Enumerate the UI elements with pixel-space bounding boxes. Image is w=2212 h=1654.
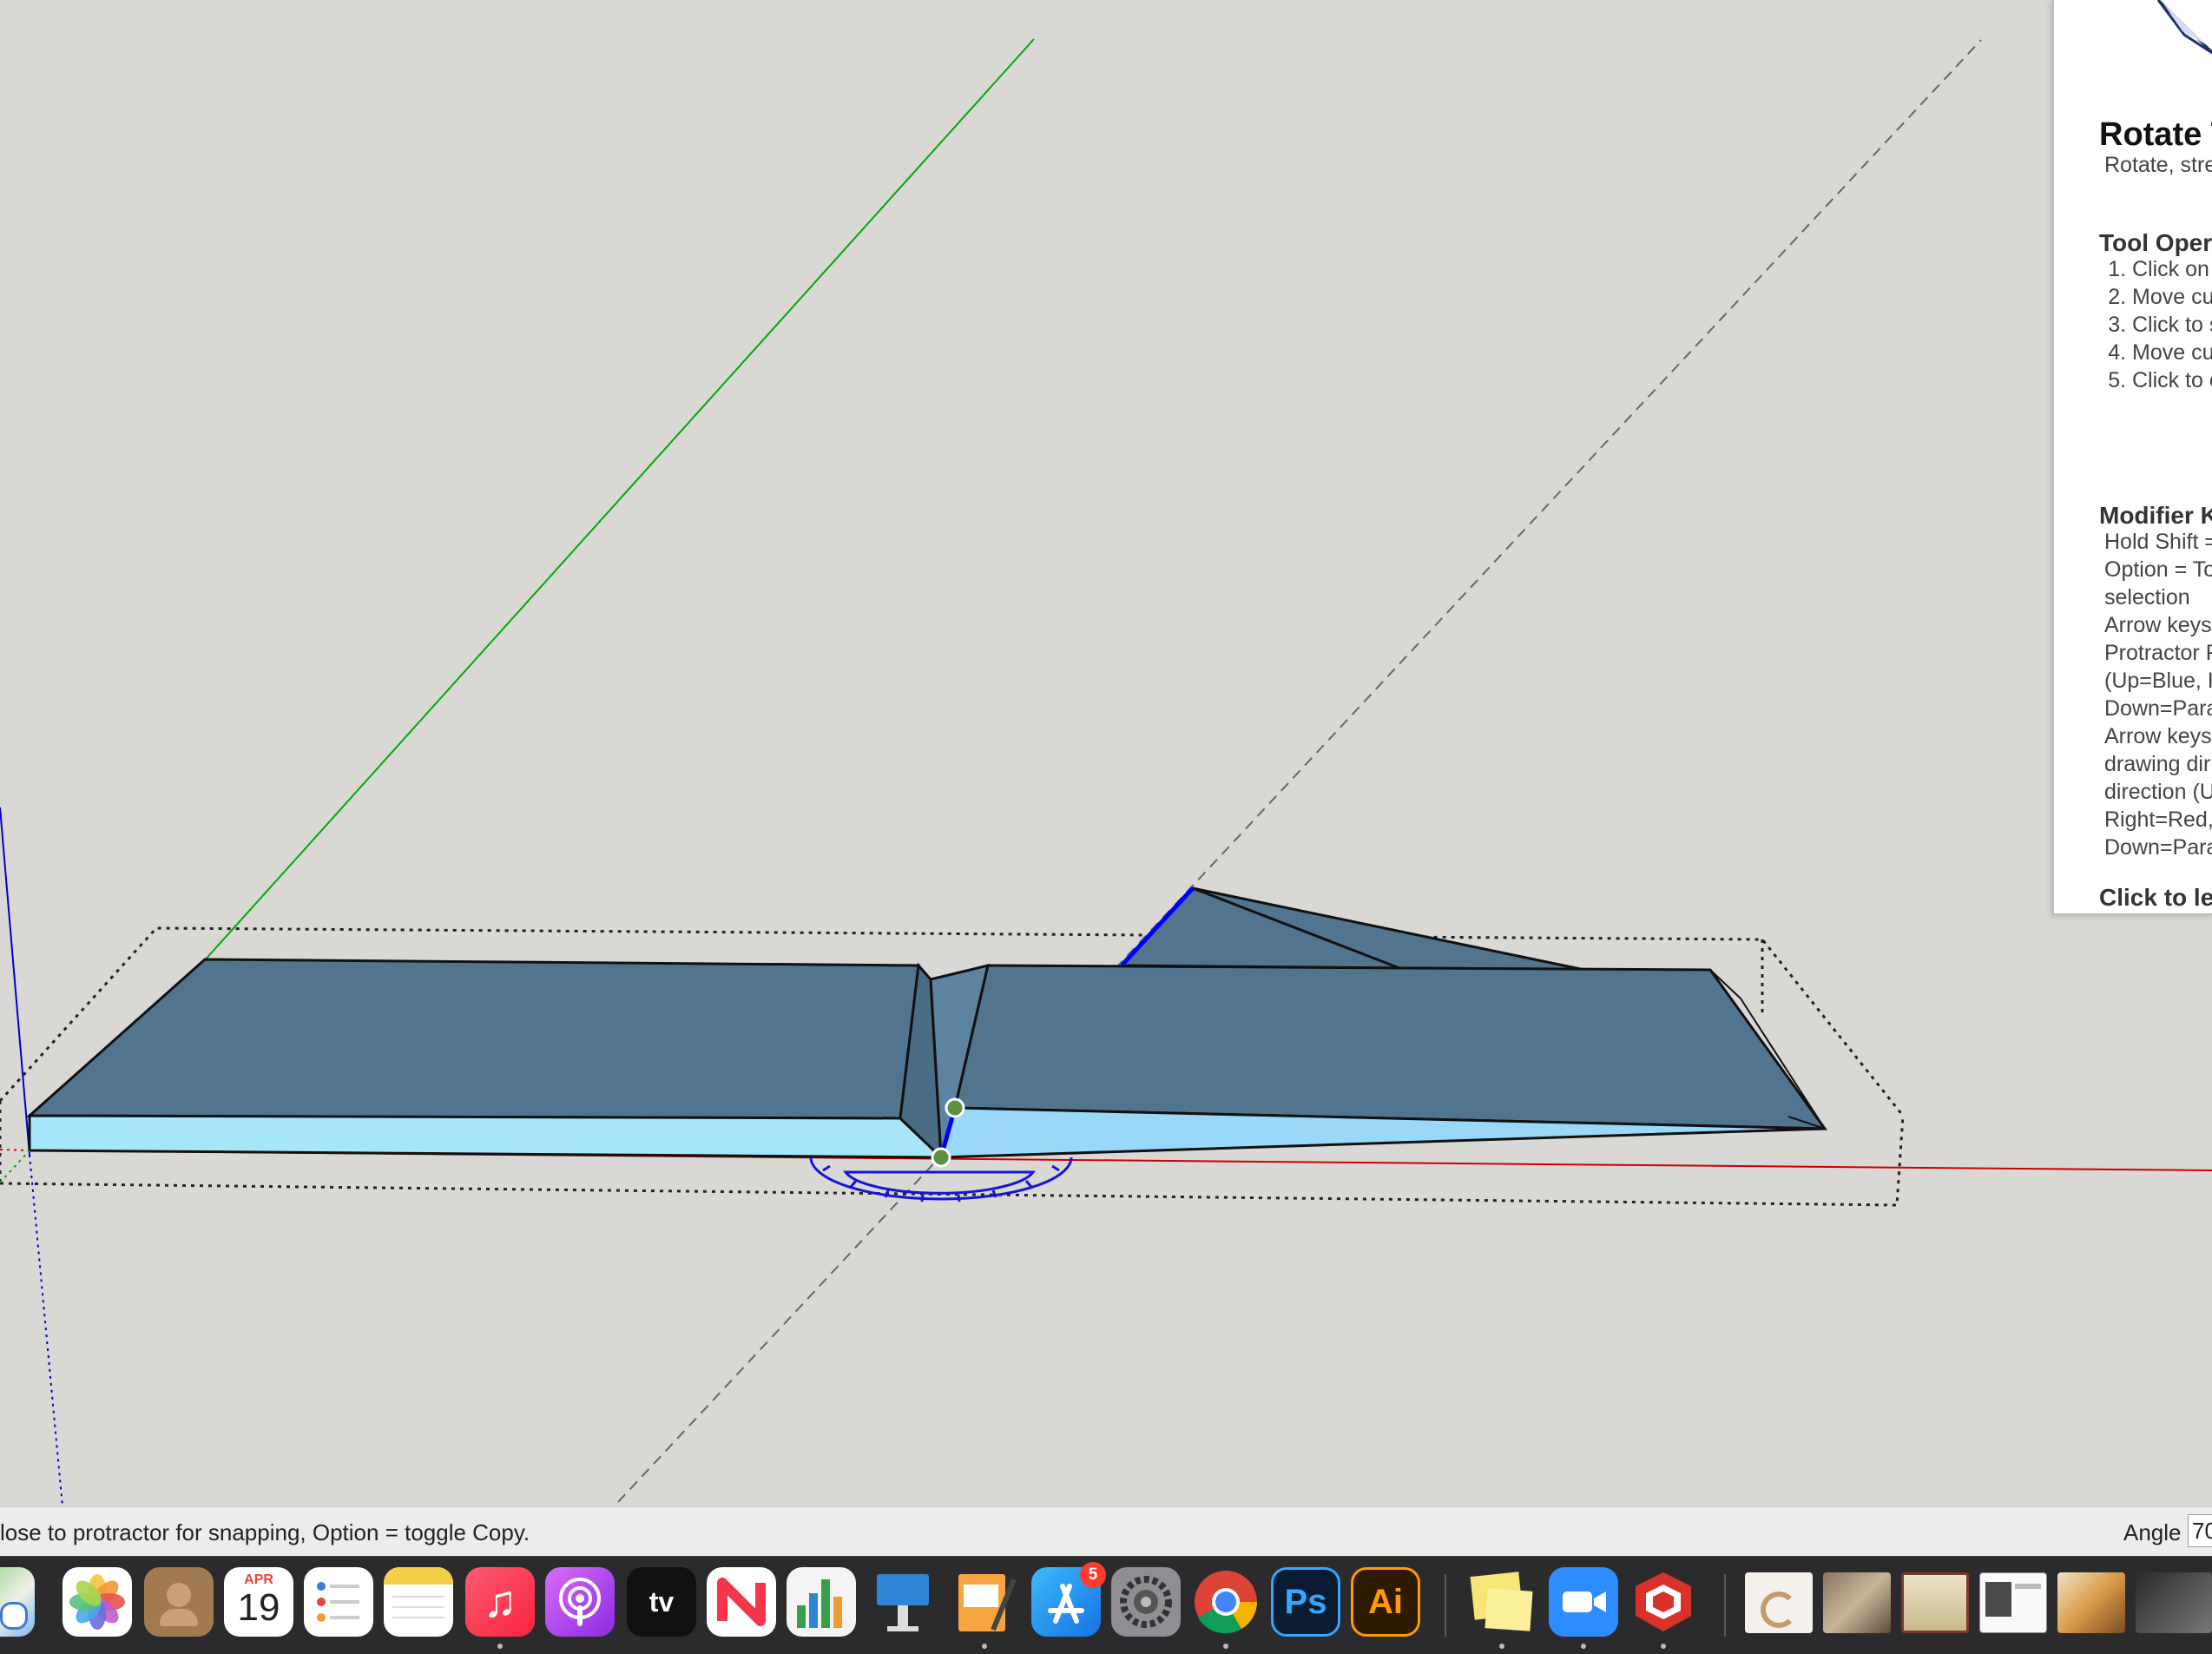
running-indicator <box>1581 1644 1586 1649</box>
instructor-tool-title: Rotate T <box>2099 116 2212 153</box>
modifier-line: Right=Red, <box>2104 807 2212 832</box>
running-indicator <box>497 1644 503 1649</box>
apple-tv-icon[interactable]: tv <box>627 1567 696 1637</box>
modifier-line: direction (U <box>2104 780 2212 804</box>
step-item: Click to c <box>2132 366 2212 394</box>
modifier-line: Down=Para <box>2104 835 2212 860</box>
music-note-icon: ♫ <box>483 1577 517 1627</box>
notes-icon[interactable] <box>384 1567 453 1637</box>
measurements-input[interactable] <box>2188 1514 2212 1547</box>
running-indicator <box>1499 1644 1504 1649</box>
person-icon <box>167 1583 191 1607</box>
tv-label: tv <box>648 1585 675 1618</box>
running-indicator <box>982 1644 987 1649</box>
zoom-icon[interactable] <box>1549 1567 1618 1637</box>
tool-operation-steps: Click on drag first Move cu staring p Cl… <box>2099 255 2212 394</box>
minimized-window-thumbnail[interactable] <box>2136 1572 2212 1633</box>
photos-icon[interactable] <box>63 1567 132 1637</box>
app-store-badge: 5 <box>1080 1562 1106 1588</box>
modifier-line: Arrow keys <box>2104 724 2212 748</box>
gear-icon <box>1120 1576 1172 1628</box>
wedge-top-face <box>1118 886 1585 972</box>
dock-separator <box>1724 1574 1726 1637</box>
modifier-line: Down=Para <box>2104 696 2212 721</box>
photoshop-icon[interactable]: Ps <box>1271 1567 1340 1637</box>
modifier-line: Hold Shift = <box>2104 530 2212 554</box>
bar-chart-icon <box>797 1579 842 1628</box>
podcasts-icon[interactable] <box>545 1567 615 1637</box>
pages-icon[interactable] <box>950 1567 1019 1637</box>
document-pen-icon <box>958 1574 1017 1631</box>
right-board-top-face <box>953 964 1827 1130</box>
checklist-icon <box>317 1582 359 1622</box>
video-camera-icon <box>1563 1591 1606 1612</box>
green-axis <box>202 38 1035 963</box>
chrome-icon[interactable] <box>1191 1567 1261 1637</box>
modifier-line: Arrow keys <box>2104 613 2212 637</box>
rotation-center-grip[interactable] <box>931 1147 951 1168</box>
minimized-window-thumbnail[interactable] <box>1745 1572 1813 1633</box>
learn-more-link[interactable]: Click to le <box>2099 884 2212 912</box>
modifier-line: (Up=Blue, I <box>2104 669 2212 693</box>
modifier-line: Option = To <box>2104 557 2212 582</box>
measurements-label: Angle <box>2123 1519 2182 1545</box>
calendar-icon[interactable]: APR 19 <box>224 1567 293 1637</box>
status-bar: lose to protractor for snapping, Option … <box>0 1506 2212 1556</box>
maps-icon[interactable] <box>0 1567 35 1637</box>
modifier-line: selection <box>2104 585 2190 610</box>
contacts-icon[interactable] <box>144 1567 214 1637</box>
rotation-point-grip[interactable] <box>945 1097 965 1118</box>
minimized-window-thumbnail[interactable] <box>1979 1572 2047 1633</box>
illustrator-icon[interactable]: Ai <box>1351 1567 1420 1637</box>
instructor-panel[interactable]: Rotate T Rotate, stre along a rou Tool O… <box>2052 0 2212 915</box>
photoshop-label: Ps <box>1284 1582 1327 1621</box>
modifier-line: drawing dir <box>2104 752 2211 776</box>
modeling-viewport[interactable] <box>0 0 2212 1506</box>
reminders-icon[interactable] <box>304 1567 373 1637</box>
sketchup-icon[interactable] <box>1629 1567 1698 1637</box>
modifier-keys-list: Hold Shift = Option = To selection Arrow… <box>2104 528 2212 861</box>
minimized-window-thumbnail[interactable] <box>1823 1572 1891 1633</box>
broadcast-icon <box>559 1578 601 1626</box>
running-indicator <box>1223 1644 1228 1649</box>
minimized-window-thumbnail[interactable] <box>2057 1572 2125 1633</box>
news-n-icon <box>717 1578 766 1626</box>
modifier-line: Protractor F <box>2104 641 2212 665</box>
keynote-icon[interactable] <box>868 1567 938 1637</box>
model-canvas[interactable] <box>0 0 2212 1506</box>
tool-operation-heading: Tool Opera <box>2099 229 2212 256</box>
notes-lines-icon <box>392 1596 444 1618</box>
minimized-window-thumbnail[interactable] <box>1901 1572 1969 1633</box>
app-store-icon[interactable]: 5 <box>1031 1562 1106 1637</box>
compass-icon <box>0 1602 28 1630</box>
photos-flower-icon <box>69 1574 125 1630</box>
chrome-logo-icon <box>1195 1571 1257 1634</box>
music-icon[interactable]: ♫ <box>465 1567 535 1637</box>
tool-illustration <box>2156 0 2212 55</box>
step-item: Click on drag first <box>2132 255 2212 283</box>
step-item: Move cu staring p <box>2132 283 2212 311</box>
blue-axis-dotted <box>29 1154 63 1506</box>
calendar-day: 19 <box>237 1586 280 1629</box>
instructor-description: Rotate, stre along a rou <box>2104 153 2212 177</box>
status-message: lose to protractor for snapping, Option … <box>0 1519 530 1545</box>
left-board-top-face <box>26 958 920 1120</box>
running-indicator <box>1661 1644 1666 1649</box>
dock: APR 19 ♫ tv 5 Ps Ai <box>0 1556 2212 1654</box>
illustrator-label: Ai <box>1368 1582 1403 1621</box>
podium-icon <box>877 1574 929 1631</box>
step-item: Move cu ending p <box>2132 339 2212 366</box>
inference-guide <box>617 39 1982 1503</box>
system-preferences-icon[interactable] <box>1111 1567 1181 1637</box>
numbers-icon[interactable] <box>787 1567 856 1637</box>
left-board-front-face <box>28 1114 945 1159</box>
news-icon[interactable] <box>707 1567 776 1637</box>
blue-axis <box>0 807 30 1156</box>
stickies-icon[interactable] <box>1467 1567 1537 1637</box>
step-item: Click to s <box>2132 311 2212 339</box>
modifier-keys-heading: Modifier K <box>2099 502 2212 529</box>
dock-separator <box>1445 1574 1446 1637</box>
green-axis-dotted <box>0 1150 30 1183</box>
sketchup-logo-icon <box>1636 1572 1691 1631</box>
